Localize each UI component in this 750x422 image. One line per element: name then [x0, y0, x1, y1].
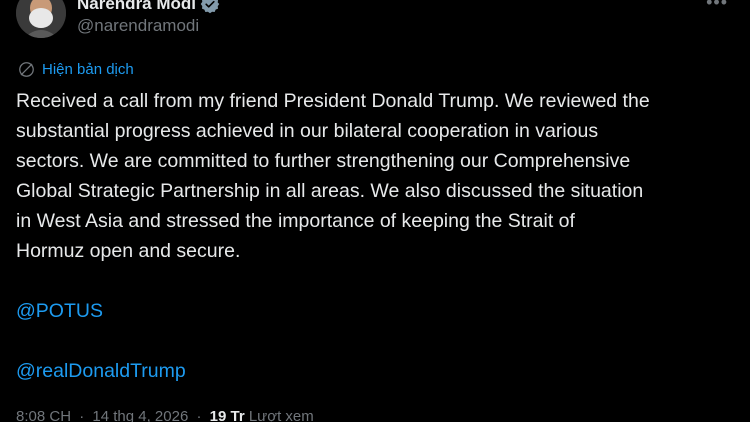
- mention-link-potus[interactable]: @POTUS: [16, 296, 736, 326]
- author-name[interactable]: Narendra Modi: [77, 0, 196, 14]
- tweet-text-line: substantial progress achieved in our bil…: [16, 120, 599, 142]
- tweet-text: Received a call from my friend President…: [16, 86, 736, 386]
- tweet-text-line: in West Asia and stressed the importance…: [16, 210, 575, 232]
- views-count[interactable]: 19 Tr: [210, 408, 245, 422]
- show-translation-label[interactable]: Hiện bản dịch: [42, 61, 134, 78]
- tweet-text-line: sectors. We are committed to further str…: [16, 150, 631, 172]
- tweet-text-line: Received a call from my friend President…: [16, 90, 650, 112]
- show-translation-link[interactable]: Hiện bản dịch: [17, 60, 134, 79]
- tweet-text-line: Hormuz open and secure.: [16, 240, 241, 262]
- tweet-text-line: Global Strategic Partnership in all area…: [16, 180, 644, 202]
- tweet-meta: 8:08 CH · 14 thg 4, 2026 · 19 Tr Lượt xe…: [16, 408, 314, 422]
- author-handle[interactable]: @narendramodi: [77, 16, 199, 36]
- meta-separator: ·: [79, 408, 85, 422]
- author-avatar[interactable]: [16, 0, 66, 38]
- verified-badge-icon: [200, 0, 220, 14]
- author-name-row[interactable]: Narendra Modi: [77, 0, 220, 14]
- more-options-icon[interactable]: •••: [706, 0, 728, 13]
- views-label: Lượt xem: [248, 408, 314, 422]
- mention-link-realdonaldtrump[interactable]: @realDonaldTrump: [16, 356, 736, 386]
- globe-icon: [19, 62, 34, 77]
- tweet-date[interactable]: 14 thg 4, 2026: [92, 408, 188, 422]
- tweet-time[interactable]: 8:08 CH: [16, 408, 71, 422]
- meta-separator: ·: [196, 408, 202, 422]
